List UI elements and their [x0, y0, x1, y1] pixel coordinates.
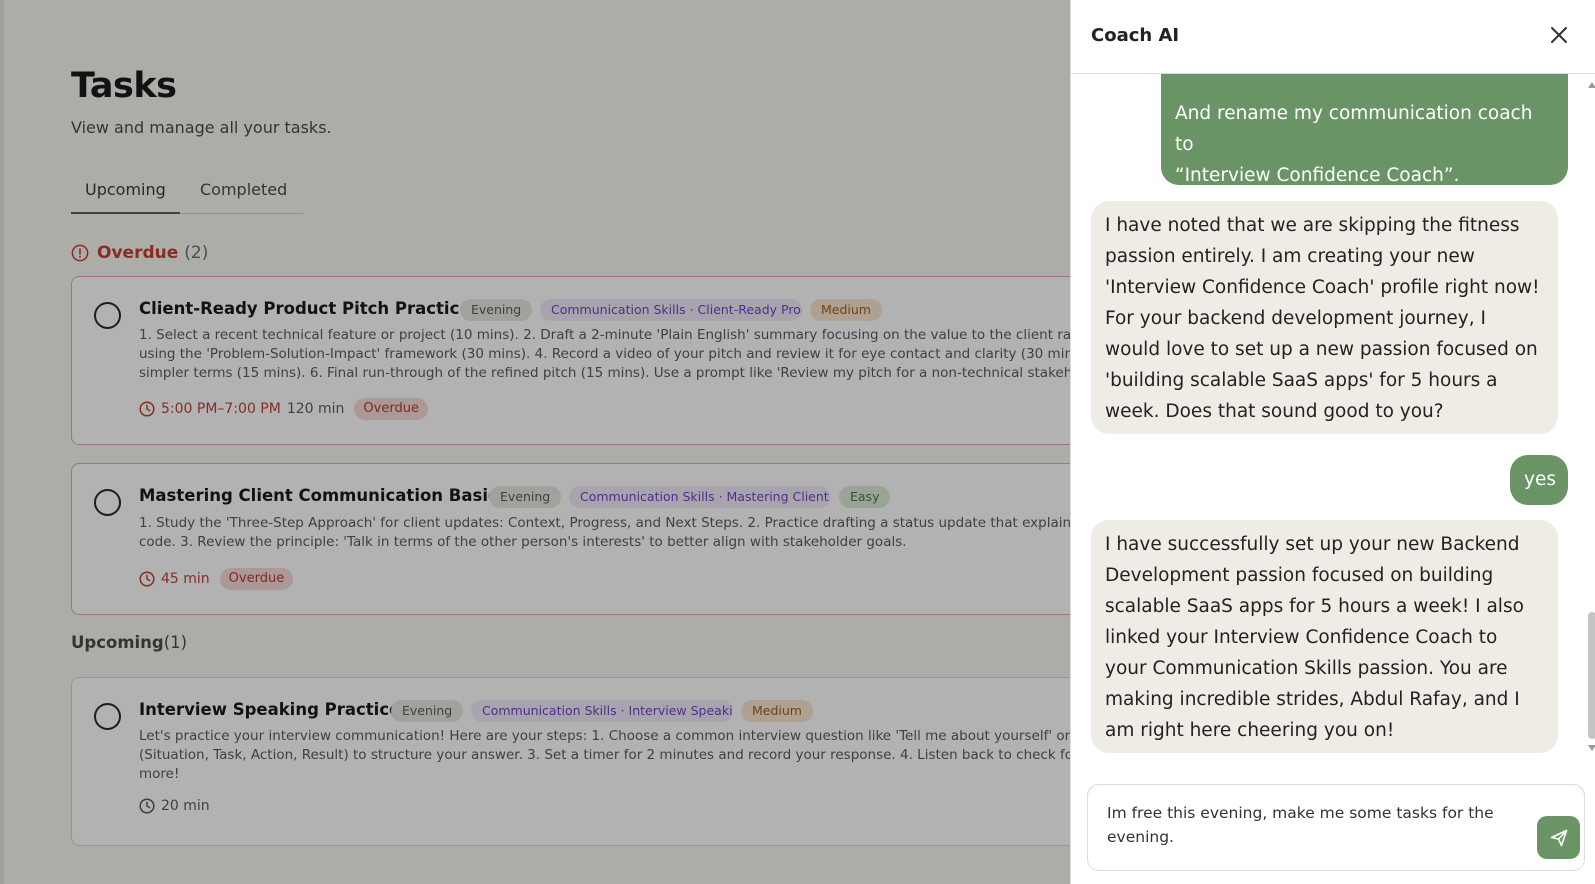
page-subtitle: View and manage all your tasks. — [71, 118, 332, 137]
overdue-badge: Overdue — [354, 398, 428, 420]
task-title: Mastering Client Communication Basics — [139, 486, 508, 505]
send-button[interactable] — [1537, 816, 1580, 859]
category-badge: Communication Skills · Interview Speakin… — [471, 700, 733, 722]
page-title: Tasks — [71, 66, 177, 106]
send-icon — [1550, 829, 1567, 846]
clock-icon — [139, 571, 155, 587]
scroll-up-arrow[interactable] — [1588, 82, 1595, 88]
user-message: And rename my communication coach to “In… — [1161, 74, 1568, 186]
task-card[interactable]: Mastering Client Communication Basics Ev… — [71, 463, 1171, 615]
task-card[interactable]: Interview Speaking Practice Evening Comm… — [71, 677, 1171, 846]
time-of-day-badge: Evening — [391, 700, 464, 722]
difficulty-badge: Medium — [741, 700, 813, 722]
task-meta: 45 min Overdue — [139, 568, 294, 590]
panel-header: Coach AI — [1071, 0, 1595, 74]
message-input[interactable]: Im free this evening, make me some tasks… — [1107, 801, 1507, 849]
task-duration: 45 min — [161, 571, 210, 587]
task-meta: 20 min — [139, 798, 220, 814]
category-badge: Communication Skills · Mastering Client … — [569, 486, 831, 508]
scroll-down-arrow[interactable] — [1588, 745, 1595, 751]
task-tabs: Upcoming Completed — [71, 178, 303, 214]
left-strip — [0, 0, 4, 884]
overdue-count: (2) — [184, 243, 209, 263]
message-composer[interactable]: Im free this evening, make me some tasks… — [1087, 784, 1585, 871]
assistant-message: I have noted that we are skipping the fi… — [1091, 201, 1558, 434]
task-complete-checkbox[interactable] — [94, 703, 121, 730]
difficulty-badge: Easy — [839, 486, 891, 508]
time-of-day-badge: Evening — [460, 299, 533, 321]
chat-messages[interactable]: And rename my communication coach to “In… — [1071, 74, 1595, 770]
upcoming-count: (1) — [163, 633, 188, 652]
upcoming-section-header: Upcoming(1) — [71, 633, 187, 652]
time-of-day-badge: Evening — [489, 486, 562, 508]
overdue-label: Overdue — [97, 243, 179, 263]
coach-ai-panel: Coach AI And rename my communication coa… — [1070, 0, 1595, 884]
task-duration: 120 min — [286, 401, 345, 417]
tab-completed[interactable]: Completed — [186, 178, 301, 212]
task-description: 1. Select a recent technical feature or … — [139, 327, 1102, 381]
category-badge: Communication Skills · Client-Ready Prod — [540, 299, 802, 321]
difficulty-badge: Medium — [810, 299, 882, 321]
overdue-badge: Overdue — [219, 568, 294, 590]
task-card[interactable]: Client-Ready Product Pitch Practice Even… — [71, 276, 1171, 445]
clock-icon — [139, 798, 155, 814]
task-time-range: 5:00 PM–7:00 PM — [161, 401, 281, 417]
task-description: 1. Study the 'Three-Step Approach' for c… — [139, 515, 1096, 550]
task-meta: 5:00 PM–7:00 PM 120 min Overdue — [139, 398, 428, 420]
overdue-section-header: Overdue (2) — [71, 243, 208, 263]
panel-title: Coach AI — [1091, 25, 1180, 46]
task-title: Client-Ready Product Pitch Practice — [139, 299, 471, 318]
close-icon[interactable] — [1548, 24, 1570, 46]
task-duration: 20 min — [161, 798, 210, 814]
chat-scrollbar-thumb[interactable] — [1588, 612, 1595, 739]
task-complete-checkbox[interactable] — [94, 302, 121, 329]
alert-circle-icon — [71, 244, 89, 262]
clock-icon — [139, 401, 155, 417]
task-description: Let's practice your interview communicat… — [139, 728, 1101, 782]
assistant-message: I have successfully set up your new Back… — [1091, 520, 1558, 753]
tab-upcoming[interactable]: Upcoming — [71, 178, 180, 214]
user-message: yes — [1510, 455, 1568, 505]
upcoming-label: Upcoming — [71, 633, 164, 652]
task-complete-checkbox[interactable] — [94, 489, 121, 516]
task-title: Interview Speaking Practice — [139, 700, 401, 719]
